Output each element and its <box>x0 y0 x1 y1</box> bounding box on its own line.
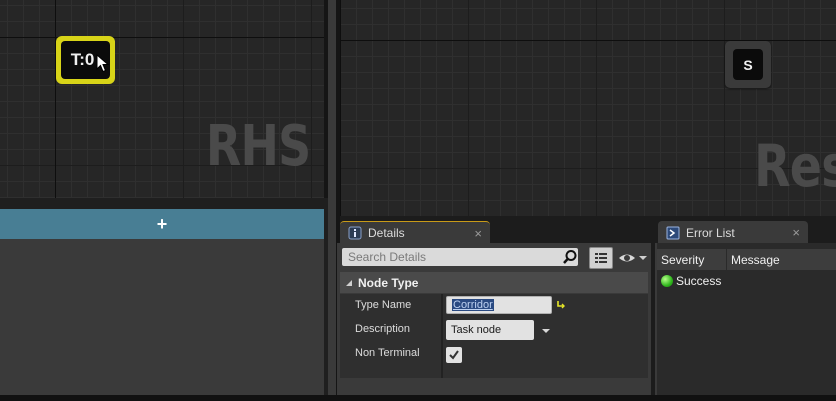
graph-axis-vertical <box>55 0 56 198</box>
checkmark-icon <box>449 350 459 360</box>
non-terminal-checkbox[interactable] <box>446 347 462 363</box>
non-terminal-label: Non Terminal <box>355 347 420 359</box>
editor-window: RHS T:0 Res S + Details × <box>0 0 836 401</box>
list-icon <box>595 253 607 263</box>
bottom-edge <box>0 395 836 401</box>
description-value: Task node <box>451 324 502 336</box>
view-options-eye-icon[interactable] <box>618 250 648 266</box>
section-node-type[interactable]: Node Type <box>340 272 648 293</box>
details-panel: Node Type Type Name Corridor Description… <box>337 243 651 395</box>
list-item[interactable]: Success <box>661 274 721 288</box>
result-graph-canvas[interactable]: Res <box>340 0 836 216</box>
graph-watermark: RHS <box>205 114 311 179</box>
type-name-label: Type Name <box>355 299 412 311</box>
description-label: Description <box>355 323 411 335</box>
column-severity[interactable]: Severity <box>661 253 704 267</box>
search-icon[interactable] <box>562 249 578 265</box>
close-icon[interactable]: × <box>474 226 482 241</box>
graph-axis-horizontal <box>0 37 324 38</box>
chevron-down-icon[interactable] <box>541 327 551 335</box>
section-title: Node Type <box>358 275 419 290</box>
description-dropdown[interactable]: Task node <box>446 320 534 340</box>
tab-details[interactable]: Details × <box>340 221 490 244</box>
tab-error-list[interactable]: Error List × <box>658 221 808 244</box>
tab-label: Details <box>368 226 405 240</box>
error-list-panel: Severity Message Success <box>655 243 836 395</box>
type-name-value: Corridor <box>452 299 494 311</box>
column-message[interactable]: Message <box>731 253 780 267</box>
column-divider[interactable] <box>441 294 443 378</box>
graph-watermark: Res <box>754 132 836 200</box>
error-list-header: Severity Message <box>657 249 836 270</box>
property-matrix-button[interactable] <box>589 247 613 269</box>
node-type-properties: Type Name Corridor Description Task node… <box>340 294 648 378</box>
reset-to-default-icon[interactable] <box>556 299 566 309</box>
collapse-arrow-icon[interactable] <box>344 278 354 288</box>
add-button[interactable]: + <box>0 209 324 239</box>
tab-label: Error List <box>686 225 735 240</box>
rhs-graph-canvas[interactable]: RHS T:0 <box>0 0 324 198</box>
search-row <box>342 246 647 270</box>
success-status-icon <box>661 275 673 287</box>
severity-text: Success <box>676 274 722 288</box>
info-icon <box>348 226 362 240</box>
close-icon[interactable]: × <box>792 225 800 240</box>
left-panel-body <box>0 239 324 395</box>
console-icon <box>666 226 680 240</box>
type-name-field[interactable]: Corridor <box>446 296 552 314</box>
graph-axis-vertical <box>340 0 341 216</box>
splitter-track <box>328 0 336 395</box>
node-label: S <box>733 49 763 80</box>
column-separator[interactable] <box>726 249 727 270</box>
search-details-input[interactable] <box>342 248 578 266</box>
mouse-cursor-icon <box>96 54 110 73</box>
graph-node-s[interactable]: S <box>725 41 771 88</box>
